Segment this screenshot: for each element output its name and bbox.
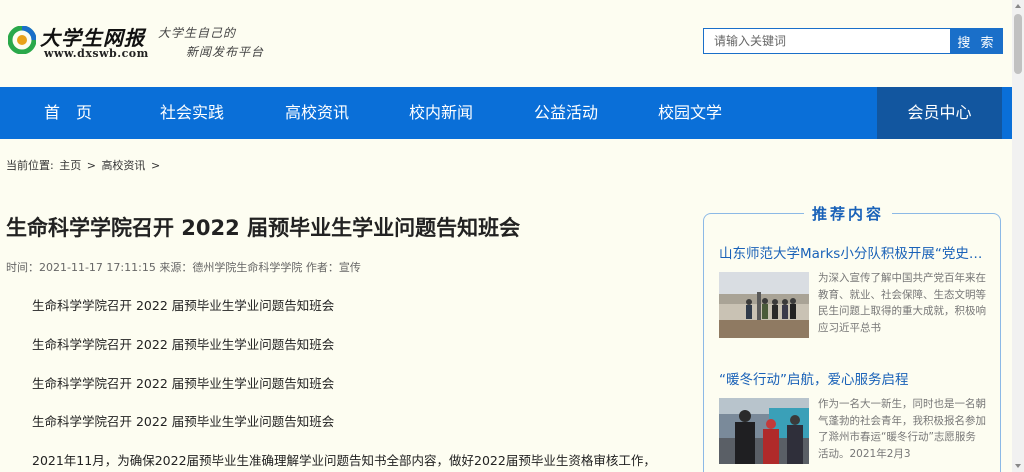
recommended-title: 推荐内容: [804, 203, 893, 224]
photo-image-icon: [719, 272, 809, 338]
logo-url: www.dxswb.com: [44, 47, 149, 60]
recommended-item-desc: 为深入宣传了解中国共产党百年来在教育、就业、社会保障、生态文明等民生问题上取得的…: [818, 272, 986, 334]
slogan-line-2: 新闻发布平台: [186, 45, 265, 59]
recommended-item-image[interactable]: [719, 272, 809, 338]
article-paragraph: 生命科学学院召开 2022 届预毕业生学业问题告知班会: [32, 337, 335, 352]
recommended-item-image[interactable]: [719, 398, 809, 464]
search-button[interactable]: 搜 索: [951, 28, 1003, 54]
search-box: 搜 索: [703, 28, 1003, 54]
article-paragraph: 2021年11月，为确保2022届预毕业生准确理解学业问题告知书全部内容，做好2…: [32, 453, 656, 468]
slogan-line-1: 大学生自己的: [158, 26, 237, 40]
recommended-item-desc: 作为一名大一新生，同时也是一名朝气蓬勃的社会青年，我积极报名参加了滁州市春运“暖…: [818, 398, 986, 460]
article-meta: 时间：2021-11-17 17:11:15 来源：德州学院生命科学学院 作者：…: [6, 261, 361, 274]
breadcrumb-separator: >: [150, 159, 161, 172]
site-header: 大学生网报 www.dxswb.com 大学生自己的 新闻发布平台 搜 索: [0, 0, 1012, 87]
main-nav: 首 页 社会实践 高校资讯 校内新闻 公益活动 校园文学 会员中心: [0, 87, 1012, 139]
article-title: 生命科学学院召开 2022 届预毕业生学业问题告知班会: [6, 216, 521, 240]
recommended-item-title[interactable]: 山东师范大学Marks小分队积极开展“党史学习教育”: [719, 242, 989, 262]
page-scrollbar[interactable]: [1012, 0, 1024, 472]
photo-image-icon: [719, 398, 809, 464]
nav-item-campus-literature[interactable]: 校园文学: [644, 87, 736, 139]
article-paragraph: 生命科学学院召开 2022 届预毕业生学业问题告知班会: [32, 298, 335, 313]
article-paragraph: 生命科学学院召开 2022 届预毕业生学业问题告知班会: [32, 376, 335, 391]
nav-item-campus-news[interactable]: 校内新闻: [395, 87, 487, 139]
recommended-panel: 推荐内容 山东师范大学Marks小分队积极开展“党史学习教育” 为深入宣传了解中…: [703, 203, 1001, 472]
nav-item-member-center[interactable]: 会员中心: [877, 87, 1002, 139]
breadcrumb-section-link[interactable]: 高校资讯: [101, 159, 145, 172]
search-input[interactable]: [703, 28, 951, 54]
nav-item-public-welfare[interactable]: 公益活动: [520, 87, 612, 139]
recommended-item-title[interactable]: “暖冬行动”启航，爱心服务启程: [719, 368, 989, 388]
scroll-up-arrow-icon[interactable]: [1012, 0, 1024, 12]
nav-item-college-news[interactable]: 高校资讯: [271, 87, 363, 139]
site-logo[interactable]: 大学生网报 www.dxswb.com: [8, 18, 158, 62]
breadcrumb: 当前位置: 主页 > 高校资讯 >: [6, 157, 162, 173]
nav-item-social-practice[interactable]: 社会实践: [146, 87, 238, 139]
breadcrumb-prefix: 当前位置:: [6, 159, 54, 172]
breadcrumb-separator: >: [86, 159, 96, 172]
article-paragraph: 生命科学学院召开 2022 届预毕业生学业问题告知班会: [32, 414, 335, 429]
site-slogan: 大学生自己的 新闻发布平台: [158, 24, 288, 60]
breadcrumb-home-link[interactable]: 主页: [59, 159, 81, 172]
nav-item-home[interactable]: 首 页: [22, 87, 114, 139]
scroll-down-arrow-icon[interactable]: [1012, 460, 1024, 472]
scroll-thumb[interactable]: [1014, 14, 1022, 74]
logo-icon: [8, 26, 36, 54]
